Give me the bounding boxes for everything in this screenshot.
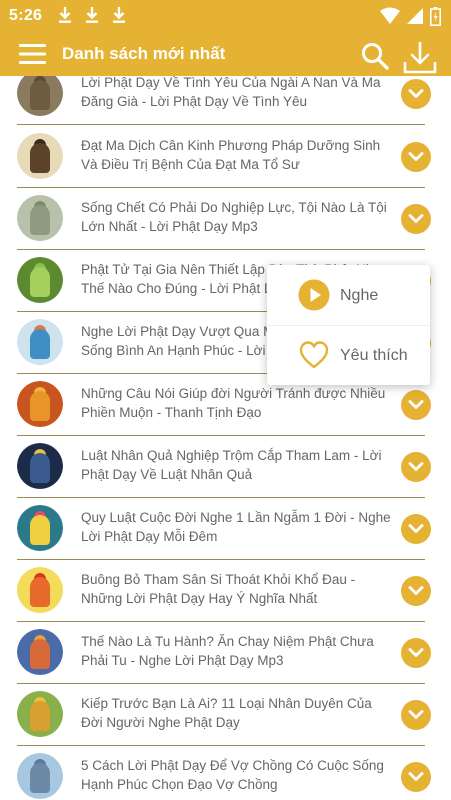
list-item-title: Những Câu Nói Giúp đời Người Tránh được …: [81, 386, 386, 420]
list-item-title: Sống Chết Có Phải Do Nghiệp Lực, Tội Nào…: [81, 200, 387, 234]
thumbnail: [17, 76, 63, 116]
menu-icon[interactable]: [18, 42, 48, 66]
thumbnail: [17, 319, 63, 365]
list-item-title: Luật Nhân Quả Nghiệp Trộm Cắp Tham Lam -…: [81, 448, 382, 482]
chevron-down-icon[interactable]: [401, 514, 431, 544]
list-item[interactable]: Lời Phật Dạy Về Tình Yêu Của Ngài A Nan …: [0, 76, 451, 125]
chevron-down-icon[interactable]: [401, 576, 431, 606]
list-item-title: Đạt Ma Dịch Cân Kinh Phương Pháp Dưỡng S…: [81, 138, 381, 172]
chevron-down-icon[interactable]: [401, 762, 431, 792]
list-item-title: Buông Bỏ Tham Sân Si Thoát Khỏi Khổ Đau …: [81, 572, 356, 606]
thumbnail: [17, 629, 63, 675]
listen-label: Nghe: [340, 287, 379, 304]
listen-menu-item[interactable]: Nghe: [267, 265, 430, 325]
list-item[interactable]: Quy Luật Cuộc Đời Nghe 1 Lần Ngẫm 1 Đời …: [0, 498, 451, 560]
app-bar: Danh sách mới nhất: [0, 32, 451, 76]
thumbnail: [17, 567, 63, 613]
download-icon[interactable]: [402, 41, 438, 75]
signal-icon: [407, 8, 423, 24]
download-notification-icon: [86, 7, 98, 23]
thumbnail: [17, 195, 63, 241]
thumbnail: [17, 505, 63, 551]
list-item[interactable]: Thế Nào Là Tu Hành? Ăn Chay Niệm Phật Ch…: [0, 622, 451, 684]
status-bar: 5:26: [0, 0, 451, 32]
list-item[interactable]: Đạt Ma Dịch Cân Kinh Phương Pháp Dưỡng S…: [0, 126, 451, 188]
page-title: Danh sách mới nhất: [62, 44, 226, 63]
wifi-icon: [380, 7, 400, 24]
list-item[interactable]: Luật Nhân Quả Nghiệp Trộm Cắp Tham Lam -…: [0, 436, 451, 498]
thumbnail: [17, 753, 63, 799]
list-item[interactable]: Kiếp Trước Bạn Là Ai? 11 Loại Nhân Duyên…: [0, 684, 451, 746]
chevron-down-icon[interactable]: [401, 638, 431, 668]
status-time: 5:26: [9, 7, 43, 24]
battery-icon: [430, 6, 441, 26]
thumbnail: [17, 381, 63, 427]
favorite-label: Yêu thích: [340, 347, 408, 364]
chevron-down-icon[interactable]: [401, 452, 431, 482]
download-notification-icon: [113, 7, 125, 23]
list-item[interactable]: Sống Chết Có Phải Do Nghiệp Lực, Tội Nào…: [0, 188, 451, 250]
chevron-down-icon[interactable]: [401, 142, 431, 172]
list-item[interactable]: Buông Bỏ Tham Sân Si Thoát Khỏi Khổ Đau …: [0, 560, 451, 622]
list-item-title: Quy Luật Cuộc Đời Nghe 1 Lần Ngẫm 1 Đời …: [81, 510, 391, 544]
list-item-title: 5 Cách Lời Phật Dạy Để Vợ Chồng Có Cuộc …: [81, 758, 384, 792]
thumbnail: [17, 257, 63, 303]
list-item-title: Kiếp Trước Bạn Là Ai? 11 Loại Nhân Duyên…: [81, 696, 372, 730]
chevron-down-icon[interactable]: [401, 79, 431, 109]
thumbnail: [17, 443, 63, 489]
chevron-down-icon[interactable]: [401, 700, 431, 730]
divider: [17, 124, 425, 125]
search-icon[interactable]: [360, 41, 390, 71]
favorite-menu-item[interactable]: Yêu thích: [267, 325, 430, 385]
download-notification-icon: [59, 7, 71, 23]
item-popup-menu: Nghe Yêu thích: [267, 265, 430, 385]
chevron-down-icon[interactable]: [401, 390, 431, 420]
list-item-title: Thế Nào Là Tu Hành? Ăn Chay Niệm Phật Ch…: [81, 634, 374, 668]
play-icon: [298, 279, 330, 311]
thumbnail: [17, 691, 63, 737]
video-list: Lời Phật Dạy Về Tình Yêu Của Ngài A Nan …: [0, 76, 451, 800]
heart-icon: [299, 341, 329, 369]
chevron-down-icon[interactable]: [401, 204, 431, 234]
thumbnail: [17, 133, 63, 179]
list-item[interactable]: 5 Cách Lời Phật Dạy Để Vợ Chồng Có Cuộc …: [0, 746, 451, 800]
list-item-title: Lời Phật Dạy Về Tình Yêu Của Ngài A Nan …: [81, 76, 381, 109]
